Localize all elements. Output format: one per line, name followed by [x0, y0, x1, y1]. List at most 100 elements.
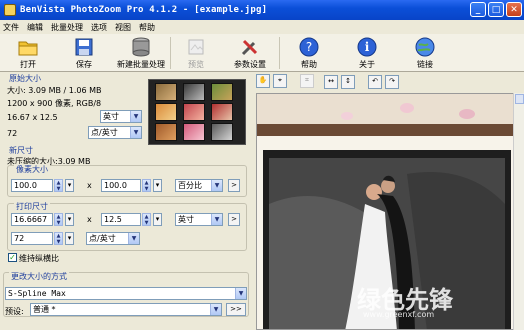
tools-icon: [240, 37, 260, 57]
pixel-unit-select[interactable]: 百分比 ▼: [175, 179, 223, 192]
keep-ratio-label: 维持纵横比: [19, 254, 59, 263]
original-dpi: 72: [7, 129, 18, 138]
chevron-down-icon: ▼: [130, 127, 141, 138]
link-label: 链接: [417, 60, 433, 69]
pixel-width-spinner[interactable]: ▲ ▼: [54, 179, 63, 192]
crop-icon[interactable]: ⌗: [300, 74, 314, 88]
thumbnail[interactable]: [183, 103, 205, 121]
help-label: 帮助: [301, 60, 317, 69]
original-size-title: 原始大小: [9, 74, 41, 83]
thumbnail[interactable]: [211, 83, 233, 101]
about-label: 关于: [359, 60, 375, 69]
fit-height-icon[interactable]: ↕: [341, 75, 355, 89]
new-size-title: 新尺寸: [9, 146, 33, 155]
print-height-spinner[interactable]: ▲ ▼: [142, 213, 151, 226]
save-button[interactable]: 保存: [56, 34, 112, 72]
original-res-unit-select[interactable]: 点/英寸 ▼: [88, 126, 142, 139]
resolution-unit-select[interactable]: 点/英寸 ▼: [86, 232, 140, 245]
image-canvas[interactable]: 绿色先锋 www.greenxf.com: [256, 93, 516, 330]
link-button[interactable]: 链接: [396, 34, 454, 72]
help-button[interactable]: ? 帮助: [280, 34, 338, 72]
view-tools: ✋ ⌖: [256, 74, 287, 88]
window-title: BenVista PhotoZoom Pro 4.1.2 - [example.…: [20, 5, 268, 15]
pixel-width-input[interactable]: 100.0: [11, 179, 53, 192]
close-button[interactable]: ✕: [506, 2, 522, 17]
print-height-dropdown[interactable]: ▾: [153, 213, 162, 226]
batch-button[interactable]: 新建批量处理: [112, 34, 170, 72]
original-print-size: 16.67 x 12.5: [7, 113, 58, 122]
times-sign: x: [87, 181, 92, 190]
menu-edit[interactable]: 编辑: [27, 22, 43, 33]
print-size-title: 打印尺寸: [14, 201, 50, 212]
thumbnail[interactable]: [155, 123, 177, 141]
title-bar: BenVista PhotoZoom Pro 4.1.2 - [example.…: [0, 0, 524, 20]
method-title: 更改大小的方式: [9, 271, 69, 282]
rotate-left-icon[interactable]: ↶: [368, 75, 382, 89]
menu-options[interactable]: 选项: [91, 22, 107, 33]
fit-width-icon[interactable]: ↔: [324, 75, 338, 89]
original-pixels: 1200 x 900 像素, RGB/8: [7, 99, 102, 108]
settings-button[interactable]: 参数设置: [221, 34, 279, 72]
rotate-right-icon[interactable]: ↷: [385, 75, 399, 89]
print-unit-select[interactable]: 英寸 ▼: [175, 213, 223, 226]
thumbnail[interactable]: [183, 83, 205, 101]
thumbnail[interactable]: [155, 103, 177, 121]
scroll-up-arrow[interactable]: [515, 94, 524, 104]
print-width-spinner[interactable]: ▲ ▼: [54, 213, 63, 226]
thumbnail-strip[interactable]: [148, 79, 246, 145]
batch-label: 新建批量处理: [117, 60, 165, 69]
preset-more-button[interactable]: >>: [226, 303, 246, 316]
print-height-input[interactable]: 12.5: [101, 213, 141, 226]
pixel-height-spinner[interactable]: ▲ ▼: [142, 179, 151, 192]
keep-ratio-checkbox[interactable]: ✓: [8, 253, 17, 262]
chevron-down-icon: ▼: [128, 233, 139, 244]
original-unit-select[interactable]: 英寸 ▼: [100, 110, 142, 123]
save-label: 保存: [76, 60, 92, 69]
fit-tools: ↔ ↕: [324, 75, 355, 89]
thumbnail[interactable]: [183, 123, 205, 141]
svg-text:i: i: [365, 40, 370, 54]
about-button[interactable]: i 关于: [338, 34, 396, 72]
menu-help[interactable]: 帮助: [139, 22, 155, 33]
menu-file[interactable]: 文件: [3, 22, 19, 33]
chevron-down-icon: ▼: [210, 304, 221, 315]
print-width-input[interactable]: 16.6667: [11, 213, 53, 226]
menu-view[interactable]: 视图: [115, 22, 131, 33]
times-sign: x: [87, 215, 92, 224]
pixel-height-input[interactable]: 100.0: [101, 179, 141, 192]
thumbnail[interactable]: [211, 103, 233, 121]
watermark-url: www.greenxf.com: [363, 310, 435, 319]
method-select[interactable]: S-Spline Max ▼: [5, 287, 247, 300]
zoom-tool-icon[interactable]: ⌖: [273, 74, 287, 88]
print-width-dropdown[interactable]: ▾: [65, 213, 74, 226]
menu-batch[interactable]: 批量处理: [51, 22, 83, 33]
database-icon: [131, 37, 151, 57]
thumbnail[interactable]: [155, 83, 177, 101]
maximize-button[interactable]: □: [488, 2, 504, 17]
pixel-height-dropdown[interactable]: ▾: [153, 179, 162, 192]
menu-bar: 文件 编辑 批量处理 选项 视图 帮助: [0, 20, 524, 34]
chevron-down-icon: ▼: [211, 214, 222, 225]
minimize-button[interactable]: _: [470, 2, 486, 17]
preset-select[interactable]: 普通 * ▼: [30, 303, 222, 316]
original-file-size: 大小: 3.09 MB / 1.06 MB: [7, 86, 102, 95]
resolution-spinner[interactable]: ▲ ▼: [54, 232, 63, 245]
open-label: 打开: [20, 60, 36, 69]
vertical-scrollbar[interactable]: [513, 93, 524, 330]
preview-icon: [186, 37, 206, 57]
pixel-width-dropdown[interactable]: ▾: [65, 179, 74, 192]
svg-text:?: ?: [306, 40, 312, 54]
chevron-down-icon: ▼: [130, 111, 141, 122]
pixel-more-button[interactable]: >: [228, 179, 240, 192]
settings-label: 参数设置: [234, 60, 266, 69]
print-more-button[interactable]: >: [228, 213, 240, 226]
hand-tool-icon[interactable]: ✋: [256, 74, 270, 88]
open-button[interactable]: 打开: [0, 34, 56, 72]
preset-label: 预设:: [5, 307, 24, 316]
resolution-input[interactable]: 72: [11, 232, 53, 245]
info-icon: i: [357, 37, 377, 57]
help-icon: ?: [299, 37, 319, 57]
resolution-dropdown[interactable]: ▾: [65, 232, 74, 245]
preview-button[interactable]: 预览: [171, 34, 221, 72]
thumbnail[interactable]: [211, 123, 233, 141]
